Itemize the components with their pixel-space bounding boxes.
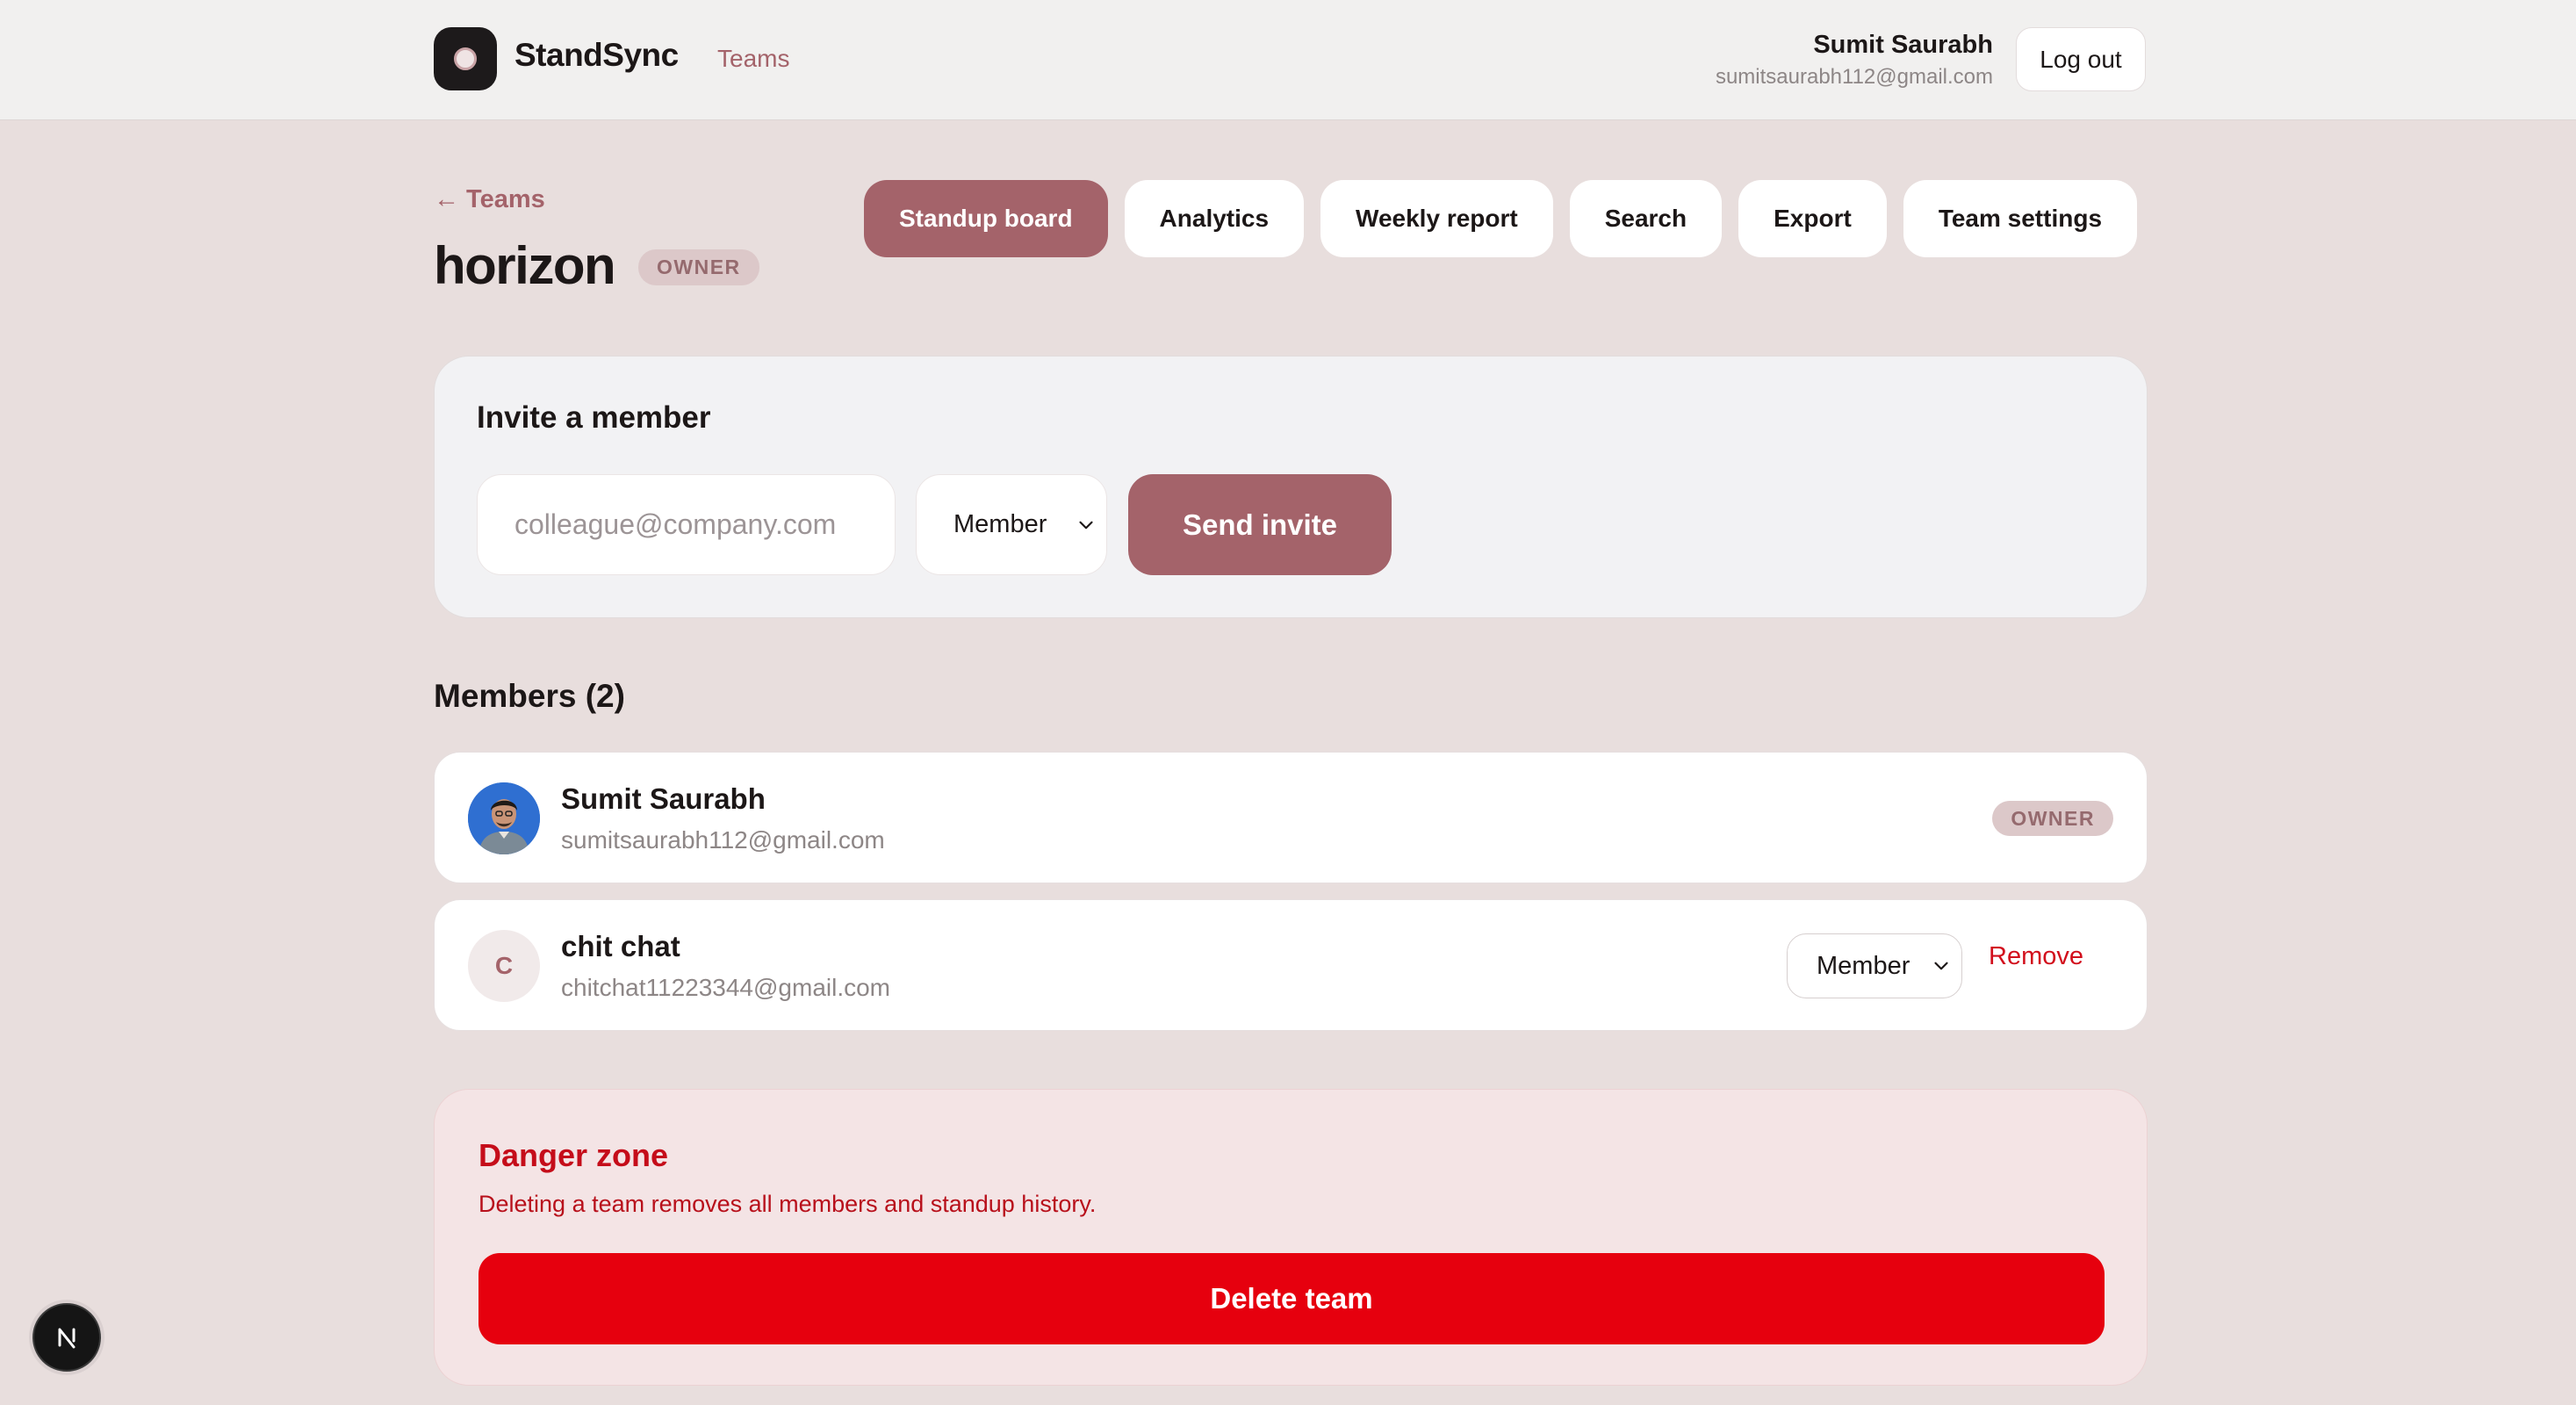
chevron-down-icon — [1934, 962, 1948, 970]
member-email: chitchat11223344@gmail.com — [561, 974, 891, 1001]
invite-heading: Invite a member — [477, 400, 711, 435]
avatar: C — [468, 930, 540, 1002]
standsync-logo-icon[interactable] — [434, 27, 497, 90]
logout-button[interactable]: Log out — [2016, 27, 2146, 91]
members-heading: Members (2) — [434, 678, 625, 714]
invite-role-select[interactable]: Member — [916, 474, 1107, 575]
danger-zone-card: Danger zone Deleting a team removes all … — [434, 1089, 2148, 1386]
remove-member-button[interactable]: Remove — [1989, 942, 2083, 971]
tab-team-settings[interactable]: Team settings — [1903, 180, 2138, 257]
delete-team-button[interactable]: Delete team — [479, 1253, 2105, 1344]
tab-search[interactable]: Search — [1569, 180, 1723, 257]
member-name: Sumit Saurabh — [561, 782, 766, 815]
avatar — [468, 782, 540, 854]
member-role-select[interactable]: Member — [1787, 933, 1962, 998]
nextjs-icon[interactable] — [32, 1303, 101, 1372]
brand-name[interactable]: StandSync — [514, 37, 679, 74]
member-email: sumitsaurabh112@gmail.com — [561, 826, 885, 854]
user-name: Sumit Saurabh — [1813, 31, 1993, 59]
danger-zone-description: Deleting a team removes all members and … — [479, 1191, 1097, 1217]
invite-email-input[interactable] — [477, 474, 896, 575]
owner-role-badge: OWNER — [1992, 801, 2113, 836]
chevron-down-icon — [1079, 521, 1093, 529]
member-row: C chit chat chitchat11223344@gmail.com M… — [434, 899, 2148, 1031]
owner-role-badge: OWNER — [638, 249, 759, 285]
tab-export[interactable]: Export — [1738, 180, 1887, 257]
invite-role-value: Member — [953, 510, 1047, 538]
member-role-value: Member — [1817, 951, 1910, 980]
back-to-teams-link[interactable]: ← Teams — [434, 185, 545, 214]
user-email: sumitsaurabh112@gmail.com — [1715, 65, 1993, 89]
tab-standup-board[interactable]: Standup board — [864, 180, 1108, 257]
member-name: chit chat — [561, 930, 680, 962]
team-name-title: horizon — [434, 236, 616, 295]
nav-teams-link[interactable]: Teams — [717, 45, 789, 73]
tab-weekly-report[interactable]: Weekly report — [1320, 180, 1553, 257]
member-row: Sumit Saurabh sumitsaurabh112@gmail.com … — [434, 752, 2148, 883]
tab-analytics[interactable]: Analytics — [1124, 180, 1305, 257]
invite-member-card: Invite a member Member Send invite — [434, 356, 2148, 618]
top-nav: StandSync Teams Sumit Saurabh sumitsaura… — [0, 0, 2576, 120]
team-tabs: Standup board Analytics Weekly report Se… — [864, 180, 2138, 257]
send-invite-button[interactable]: Send invite — [1128, 474, 1392, 575]
danger-zone-title: Danger zone — [479, 1137, 669, 1173]
